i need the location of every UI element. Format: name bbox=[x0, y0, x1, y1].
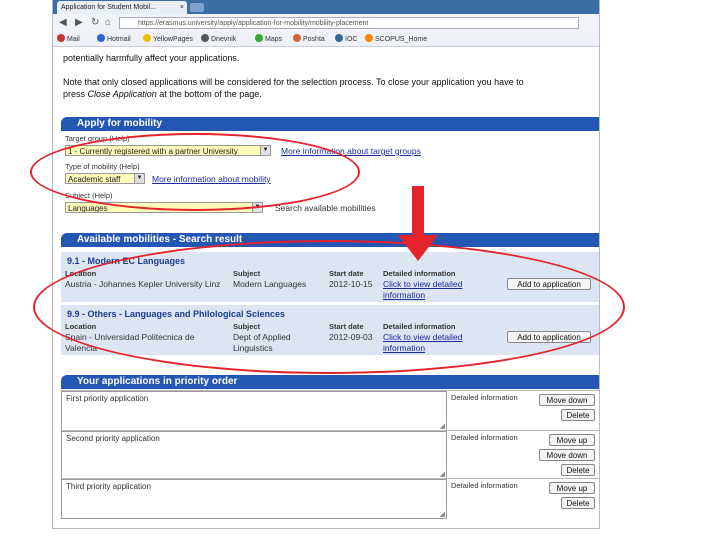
tab-close-icon[interactable]: × bbox=[180, 1, 184, 14]
priority-detail-label: Detailed information bbox=[451, 393, 518, 402]
move-down-button[interactable]: Move down bbox=[539, 449, 595, 461]
resize-handle-icon[interactable]: ◢ bbox=[440, 510, 445, 518]
apply-section-header: Apply for mobility bbox=[61, 117, 599, 131]
search-mobilities-link[interactable]: Search available mobilities bbox=[275, 203, 376, 213]
bookmark-yellowpages[interactable]: YellowPages bbox=[143, 34, 193, 43]
annotation-ellipse-results bbox=[33, 240, 625, 374]
dnevnik-icon bbox=[201, 34, 209, 42]
address-bar[interactable]: https://erasmus.university/apply/applica… bbox=[119, 17, 579, 29]
intro-note: Note that only closed applications will … bbox=[63, 77, 524, 87]
bookmark-mail[interactable]: Mail bbox=[57, 34, 80, 43]
scopus-icon bbox=[365, 34, 373, 42]
move-down-button[interactable]: Move down bbox=[539, 394, 595, 406]
resize-handle-icon[interactable]: ◢ bbox=[440, 470, 445, 478]
move-up-button[interactable]: Move up bbox=[549, 434, 595, 446]
bookmark-dnevnik[interactable]: Dnevnik bbox=[201, 34, 236, 43]
priority-row: First priority application ◢ Detailed in… bbox=[61, 390, 599, 431]
home-icon[interactable]: ⌂ bbox=[105, 17, 111, 28]
priority-label: First priority application bbox=[66, 394, 149, 403]
reload-icon[interactable]: ↻ bbox=[91, 17, 99, 28]
bookmark-ioc[interactable]: IOC bbox=[335, 34, 357, 43]
hotmail-icon bbox=[97, 34, 105, 42]
navigation-bar: ◀ ▶ ↻ ⌂ https://erasmus.university/apply… bbox=[53, 14, 599, 33]
intro-warning: potentially harmfully affect your applic… bbox=[63, 53, 240, 63]
move-up-button[interactable]: Move up bbox=[549, 482, 595, 494]
priority-detail-label: Detailed information bbox=[451, 481, 518, 490]
delete-button[interactable]: Delete bbox=[561, 464, 595, 476]
delete-button[interactable]: Delete bbox=[561, 497, 595, 509]
maps-icon bbox=[255, 34, 263, 42]
priority-textarea[interactable]: Third priority application ◢ bbox=[61, 479, 447, 519]
priority-detail-label: Detailed information bbox=[451, 433, 518, 442]
url-text: https://erasmus.university/apply/applica… bbox=[138, 20, 369, 27]
bookmark-scopus[interactable]: SCOPUS_Home bbox=[365, 34, 427, 43]
priority-row: Second priority application ◢ Detailed i… bbox=[61, 430, 599, 479]
priority-label: Third priority application bbox=[66, 482, 151, 491]
priority-textarea[interactable]: First priority application ◢ bbox=[61, 391, 447, 431]
bookmarks-bar: Mail Hotmail YellowPages Dnevnik Maps Po… bbox=[53, 32, 599, 47]
mail-icon bbox=[57, 34, 65, 42]
intro-close-instruction: press Close Application at the bottom of… bbox=[63, 89, 262, 99]
priority-textarea[interactable]: Second priority application ◢ bbox=[61, 431, 447, 479]
resize-handle-icon[interactable]: ◢ bbox=[440, 422, 445, 430]
annotation-arrow-shaft bbox=[412, 186, 424, 238]
delete-button[interactable]: Delete bbox=[561, 409, 595, 421]
bookmark-maps[interactable]: Maps bbox=[255, 34, 282, 43]
bookmark-hotmail[interactable]: Hotmail bbox=[97, 34, 131, 43]
priority-row: Third priority application ◢ Detailed in… bbox=[61, 478, 599, 519]
priority-section-header: Your applications in priority order bbox=[61, 375, 599, 389]
back-icon[interactable]: ◀ bbox=[59, 17, 67, 28]
ioc-icon bbox=[335, 34, 343, 42]
annotation-ellipse-selects bbox=[30, 133, 360, 211]
poshta-icon bbox=[293, 34, 301, 42]
tab-title: Application for Student Mobil... bbox=[61, 4, 156, 11]
forward-icon[interactable]: ▶ bbox=[75, 17, 83, 28]
tab-bar: Application for Student Mobil... × bbox=[53, 0, 599, 14]
priority-label: Second priority application bbox=[66, 434, 160, 443]
bookmark-poshta[interactable]: Poshta bbox=[293, 34, 325, 43]
browser-tab[interactable]: Application for Student Mobil... × bbox=[57, 1, 187, 14]
new-tab-button[interactable] bbox=[190, 3, 204, 12]
annotation-arrow-head bbox=[398, 235, 438, 261]
yellowpages-icon bbox=[143, 34, 151, 42]
